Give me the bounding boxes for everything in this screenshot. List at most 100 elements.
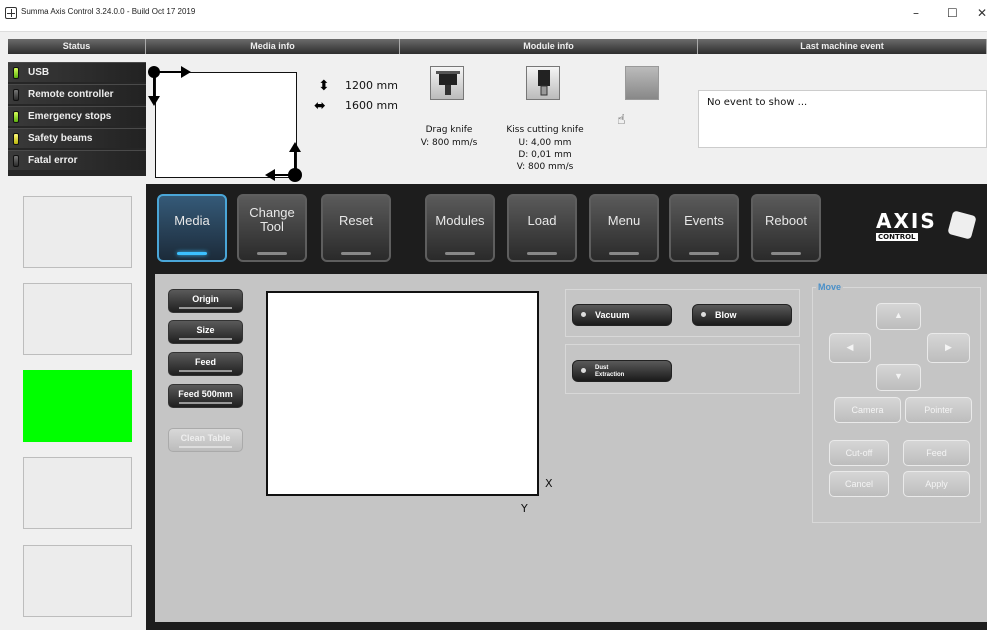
origin-indicator [179,307,232,309]
pointer-label: Pointer [924,405,953,415]
window-title: Summa Axis Control 3.24.0.0 - Build Oct … [21,7,196,16]
load-button-label: Load [527,213,557,228]
reboot-button[interactable]: Reboot [751,194,821,262]
modules-indicator [445,252,475,255]
vacuum-led-icon [581,312,586,317]
status-label: Emergency stops [28,111,112,122]
blow-label: Blow [715,310,737,320]
clean-table-label: Clean Table [180,433,231,443]
status-item-emergency-stops: Emergency stops [8,106,146,126]
reset-button[interactable]: Reset [321,194,391,262]
origin-label: Origin [192,294,219,304]
move-down-button[interactable]: ▼ [876,364,921,391]
change-tool-line-1: Change [249,205,295,220]
menu-button[interactable]: Menu [589,194,659,262]
kiss-cutting-knife-icon [526,66,560,100]
arrow-right-icon: ▶ [945,342,952,352]
status-led-icon [13,89,19,101]
change-tool-line-2: Tool [260,219,284,234]
disabled-module-icon [625,66,659,100]
media-info-header: Media info [146,39,400,54]
status-led-icon [13,133,19,145]
slot-3-active [23,370,132,442]
blow-button[interactable]: Blow [692,304,792,326]
status-header: Status [8,39,146,54]
axis-control-logo: AXIS CONTROL [876,209,977,243]
events-button[interactable]: Events [669,194,739,262]
reboot-indicator [771,252,801,255]
media-width-value: 1600 mm [345,99,398,112]
feed-label: Feed [194,357,216,367]
drag-knife-label: Drag knife [425,125,473,135]
camera-button[interactable]: Camera [834,397,901,423]
dust-extraction-button[interactable]: Dust Extraction [572,360,672,382]
pointer-button[interactable]: Pointer [905,397,972,423]
menu-indicator [609,252,639,255]
maximize-button[interactable]: ☐ [947,6,958,20]
status-led-icon [13,111,19,123]
status-item-safety-beams: Safety beams [8,128,146,148]
drag-knife-speed: V: 800 mm/s [420,138,478,148]
size-indicator [179,338,232,340]
load-indicator [527,252,557,255]
status-label: Remote controller [28,89,114,100]
module-info-header: Module info [400,39,698,54]
move-left-button[interactable]: ◀ [829,333,871,363]
dust-line-2: Extraction [595,372,625,378]
status-led-icon [13,67,19,79]
arrow-left-icon: ◀ [846,342,854,352]
reset-button-label: Reset [339,213,373,228]
move-feed-label: Feed [926,448,947,458]
dust-line-1: Dust [595,365,609,371]
cut-off-label: Cut-off [845,448,873,458]
reboot-button-label: Reboot [765,213,807,228]
media-button-indicator [177,252,207,255]
cancel-button[interactable]: Cancel [829,471,889,497]
width-arrow-icon: ⬌ [314,98,326,114]
change-tool-label: Change Tool [239,206,305,234]
kiss-cutting-knife-label: Kiss cutting knife [506,125,584,135]
menu-button-label: Menu [607,213,641,228]
drag-knife-icon [430,66,464,100]
minimize-button[interactable]: – [913,6,919,20]
move-right-button[interactable]: ▶ [927,333,970,363]
logo-bottom-text: CONTROL [876,233,918,241]
events-button-label: Events [684,213,724,228]
dust-led-icon [581,368,586,373]
camera-label: Camera [851,405,884,415]
status-label: Fatal error [28,155,78,166]
origin-button[interactable]: Origin [168,289,243,313]
media-button[interactable]: Media [157,194,227,262]
feed-500mm-button[interactable]: Feed 500mm [168,384,243,408]
height-arrow-icon: ⬍ [318,78,330,94]
cutting-table-preview [266,291,539,496]
modules-button-label: Modules [435,213,485,228]
media-origin-arrows-icon [148,66,302,182]
move-up-button[interactable]: ▲ [876,303,921,330]
clean-table-button[interactable]: Clean Table [168,428,243,452]
change-tool-button[interactable]: Change Tool [237,194,307,262]
kiss-cut-speed: V: 800 mm/s [516,162,574,172]
slot-4 [23,457,132,529]
close-button[interactable]: ✕ [977,6,987,20]
status-item-remote-controller: Remote controller [8,84,146,104]
load-button[interactable]: Load [507,194,577,262]
status-item-fatal-error: Fatal error [8,150,146,170]
event-text: No event to show ... [707,97,808,108]
modules-button[interactable]: Modules [425,194,495,262]
status-item-usb: USB [8,62,146,82]
apply-button[interactable]: Apply [903,471,970,497]
move-title: Move [816,282,844,292]
media-button-label: Media [174,213,210,228]
vacuum-label: Vacuum [595,310,630,320]
media-height-value: 1200 mm [345,79,398,92]
feed-button[interactable]: Feed [168,352,243,376]
cut-off-button[interactable]: Cut-off [829,440,889,466]
move-feed-button[interactable]: Feed [903,440,970,466]
reset-indicator [341,252,371,255]
vacuum-button[interactable]: Vacuum [572,304,672,326]
status-label: USB [28,67,50,78]
change-tool-indicator [257,252,287,255]
size-button[interactable]: Size [168,320,243,344]
kiss-cut-u-value: U: 4,00 mm [518,138,572,148]
